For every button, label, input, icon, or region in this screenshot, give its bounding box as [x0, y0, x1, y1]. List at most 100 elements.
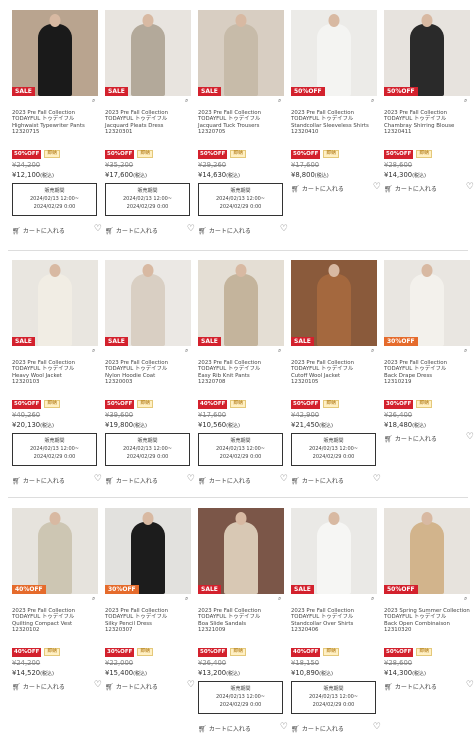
zoom-icon[interactable]: ⌕ — [371, 98, 377, 104]
add-to-cart-button[interactable]: 🛒︎ カートに入れる — [105, 476, 158, 486]
favorite-heart-icon[interactable]: ♡ — [187, 680, 195, 690]
favorite-heart-icon[interactable]: ♡ — [94, 474, 102, 484]
favorite-heart-icon[interactable]: ♡ — [466, 680, 474, 690]
product-card[interactable]: SALE ⌕ 2023 Pre Fall Collection TODAYFUL トゥ… — [198, 508, 288, 733]
favorite-heart-icon[interactable]: ♡ — [466, 182, 474, 192]
favorite-heart-icon[interactable]: ♡ — [94, 680, 102, 690]
product-tags: 50%OFF 即納 — [384, 648, 432, 657]
add-to-cart-button[interactable]: 🛒︎ カートに入れる — [291, 476, 344, 486]
add-to-cart-button[interactable]: 🛒︎ カートに入れる — [105, 226, 158, 236]
favorite-heart-icon[interactable]: ♡ — [280, 474, 288, 484]
add-to-cart-button[interactable]: 🛒︎ カートに入れる — [198, 226, 251, 236]
product-card[interactable]: SALE ⌕ 2023 Pre Fall Collection TODAYFUL トゥ… — [12, 10, 102, 235]
zoom-icon[interactable]: ⌕ — [278, 348, 284, 354]
zoom-icon[interactable]: ⌕ — [92, 348, 98, 354]
product-tags: 50%OFF 即納 — [105, 400, 153, 409]
product-image[interactable]: 30%OFF — [384, 260, 470, 346]
product-meta: 2023 Pre Fall Collection TODAYFUL トゥデイフル N… — [105, 360, 195, 386]
product-card[interactable]: 30%OFF ⌕ 2023 Pre Fall Collection TODAYFUL … — [384, 260, 474, 443]
product-sku: 12320708 — [198, 379, 226, 386]
product-image[interactable]: 50%OFF — [384, 508, 470, 594]
cart-icon: 🛒︎ — [12, 226, 21, 235]
product-tags: 50%OFF 即納 — [384, 150, 432, 159]
original-price: ¥18,150 — [291, 659, 320, 667]
favorite-heart-icon[interactable]: ♡ — [373, 182, 381, 192]
sale-badge: SALE — [291, 585, 314, 594]
favorite-heart-icon[interactable]: ♡ — [94, 224, 102, 234]
zoom-icon[interactable]: ⌕ — [278, 596, 284, 602]
sale-badge: 40%OFF — [12, 585, 46, 594]
product-card[interactable]: SALE ⌕ 2023 Pre Fall Collection TODAYFUL トゥ… — [291, 260, 381, 485]
product-card[interactable]: 30%OFF ⌕ 2023 Pre Fall Collection TODAYFUL … — [105, 508, 195, 691]
in-stock-tag: 即納 — [230, 400, 246, 408]
add-to-cart-button[interactable]: 🛒︎ カートに入れる — [384, 682, 437, 692]
product-card[interactable]: 40%OFF ⌕ 2023 Pre Fall Collection TODAYFUL … — [12, 508, 102, 691]
zoom-icon[interactable]: ⌕ — [92, 596, 98, 602]
sale-period-box: 販売期間 2024/02/13 12:00~ 2024/02/29 0:00 — [12, 433, 97, 466]
product-image[interactable]: SALE — [291, 260, 377, 346]
add-to-cart-button[interactable]: 🛒︎ カートに入れる — [12, 682, 65, 692]
product-card[interactable]: SALE ⌕ 2023 Pre Fall Collection TODAYFUL トゥ… — [105, 260, 195, 485]
product-card[interactable]: 50%OFF ⌕ 2023 Spring Summer Collection TODA… — [384, 508, 474, 691]
product-meta: 2023 Pre Fall Collection TODAYFUL トゥデイフル C… — [384, 110, 474, 136]
product-image[interactable]: 50%OFF — [384, 10, 470, 96]
zoom-icon[interactable]: ⌕ — [371, 348, 377, 354]
product-image[interactable]: SALE — [291, 508, 377, 594]
cart-icon: 🛒︎ — [291, 184, 300, 193]
add-to-cart-button[interactable]: 🛒︎ カートに入れる — [384, 184, 437, 194]
product-image[interactable]: SALE — [198, 10, 284, 96]
product-tags: 50%OFF 即納 — [198, 150, 246, 159]
add-to-cart-button[interactable]: 🛒︎ カートに入れる — [198, 476, 251, 486]
product-sku: 12321009 — [198, 627, 226, 634]
product-card[interactable]: 50%OFF ⌕ 2023 Pre Fall Collection TODAYFUL … — [291, 10, 381, 193]
add-to-cart-button[interactable]: 🛒︎ カートに入れる — [291, 724, 344, 734]
favorite-heart-icon[interactable]: ♡ — [187, 224, 195, 234]
model-head — [235, 512, 247, 525]
zoom-icon[interactable]: ⌕ — [371, 596, 377, 602]
zoom-icon[interactable]: ⌕ — [278, 98, 284, 104]
product-image[interactable]: SALE — [12, 260, 98, 346]
product-meta: 2023 Pre Fall Collection TODAYFUL トゥデイフル B… — [384, 360, 474, 386]
zoom-icon[interactable]: ⌕ — [185, 596, 191, 602]
favorite-heart-icon[interactable]: ♡ — [280, 722, 288, 732]
add-to-cart-button[interactable]: 🛒︎ カートに入れる — [198, 724, 251, 734]
product-card[interactable]: 50%OFF ⌕ 2023 Pre Fall Collection TODAYFUL … — [384, 10, 474, 193]
sale-price: ¥8,800(税込) — [291, 171, 329, 179]
sale-badge: 50%OFF — [384, 585, 418, 594]
add-to-cart-button[interactable]: 🛒︎ カートに入れる — [105, 682, 158, 692]
add-to-cart-button[interactable]: 🛒︎ カートに入れる — [12, 226, 65, 236]
add-to-cart-button[interactable]: 🛒︎ カートに入れる — [12, 476, 65, 486]
favorite-heart-icon[interactable]: ♡ — [280, 224, 288, 234]
sale-price: ¥14,300(税込) — [384, 669, 426, 677]
favorite-heart-icon[interactable]: ♡ — [373, 474, 381, 484]
product-card[interactable]: SALE ⌕ 2023 Pre Fall Collection TODAYFUL トゥ… — [12, 260, 102, 485]
favorite-heart-icon[interactable]: ♡ — [373, 722, 381, 732]
product-image[interactable]: 50%OFF — [291, 10, 377, 96]
product-card[interactable]: SALE ⌕ 2023 Pre Fall Collection TODAYFUL トゥ… — [198, 10, 288, 235]
product-model-figure — [38, 522, 72, 594]
zoom-icon[interactable]: ⌕ — [464, 348, 470, 354]
product-image[interactable]: SALE — [105, 10, 191, 96]
zoom-icon[interactable]: ⌕ — [185, 98, 191, 104]
product-image[interactable]: SALE — [198, 260, 284, 346]
zoom-icon[interactable]: ⌕ — [92, 98, 98, 104]
product-card[interactable]: SALE ⌕ 2023 Pre Fall Collection TODAYFUL トゥ… — [105, 10, 195, 235]
product-image[interactable]: 40%OFF — [12, 508, 98, 594]
product-image[interactable]: 30%OFF — [105, 508, 191, 594]
discount-tag: 30%OFF — [384, 400, 414, 409]
product-card[interactable]: SALE ⌕ 2023 Pre Fall Collection TODAYFUL トゥ… — [198, 260, 288, 485]
product-image[interactable]: SALE — [198, 508, 284, 594]
original-price: ¥24,200 — [12, 161, 41, 169]
favorite-heart-icon[interactable]: ♡ — [187, 474, 195, 484]
add-to-cart-button[interactable]: 🛒︎ カートに入れる — [291, 184, 344, 194]
product-image[interactable]: SALE — [12, 10, 98, 96]
in-stock-tag: 即納 — [323, 400, 339, 408]
zoom-icon[interactable]: ⌕ — [464, 596, 470, 602]
favorite-heart-icon[interactable]: ♡ — [466, 432, 474, 442]
zoom-icon[interactable]: ⌕ — [464, 98, 470, 104]
product-card[interactable]: SALE ⌕ 2023 Pre Fall Collection TODAYFUL トゥ… — [291, 508, 381, 733]
add-to-cart-button[interactable]: 🛒︎ カートに入れる — [384, 434, 437, 444]
zoom-icon[interactable]: ⌕ — [185, 348, 191, 354]
sale-period-box: 販売期間 2024/02/13 12:00~ 2024/02/29 0:00 — [291, 681, 376, 714]
product-image[interactable]: SALE — [105, 260, 191, 346]
